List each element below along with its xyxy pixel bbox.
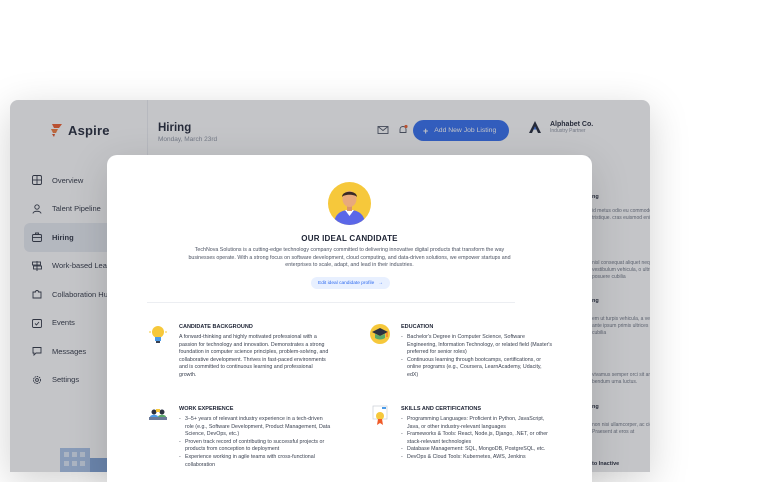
certificate-icon — [372, 405, 388, 425]
modal-description: TechNova Solutions is a cutting-edge tec… — [188, 247, 511, 268]
section-body: 3–5+ years of relevant industry experien… — [179, 416, 331, 469]
section-body: Programming Languages: Proficient in Pyt… — [401, 416, 553, 462]
section-title: CANDIDATE BACKGROUND — [179, 324, 253, 330]
section-title: SKILLS AND CERTIFICATIONS — [401, 406, 482, 412]
modal-title: OUR IDEAL CANDIDATE — [301, 234, 398, 243]
section-education: EDUCATION Bachelor's Degree in Computer … — [369, 323, 569, 403]
list-item: DevOps & Cloud Tools: Kubernetes, AWS, J… — [401, 454, 553, 462]
list-item: Bachelor's Degree in Computer Science, S… — [401, 334, 553, 357]
list-item: 3–5+ years of relevant industry experien… — [179, 416, 331, 439]
edit-link-label: Edit ideal candidate profile — [318, 280, 375, 286]
list-item: Database Management: SQL, MongoDB, Postg… — [401, 446, 553, 454]
edit-candidate-profile-link[interactable]: Edit ideal candidate profile → — [311, 277, 391, 289]
section-body: Bachelor's Degree in Computer Science, S… — [401, 334, 553, 380]
section-body: A forward-thinking and highly motivated … — [179, 334, 329, 378]
graduation-cap-icon — [370, 324, 390, 344]
section-work-experience: WORK EXPERIENCE 3–5+ years of relevant i… — [147, 405, 347, 482]
list-item: Experience working in agile teams with c… — [179, 454, 331, 469]
team-meeting-icon — [149, 409, 167, 420]
list-item: Continuous learning through bootcamps, c… — [401, 357, 553, 380]
list-item: Proven track record of contributing to s… — [179, 439, 331, 454]
section-skills-certifications: SKILLS AND CERTIFICATIONS Programming La… — [369, 405, 569, 482]
screen: Aspire Overview Talent Pipeline Hiring W… — [0, 0, 771, 482]
section-candidate-background: CANDIDATE BACKGROUND A forward-thinking … — [147, 323, 347, 403]
list-item: Programming Languages: Proficient in Pyt… — [401, 416, 553, 431]
arrow-right-icon: → — [378, 280, 384, 286]
candidate-avatar — [328, 182, 371, 225]
list-item: Frameworks & Tools: React, Node.js, Djan… — [401, 431, 553, 446]
ideal-candidate-modal: OUR IDEAL CANDIDATE TechNova Solutions i… — [107, 155, 592, 482]
lightbulb-icon — [149, 326, 167, 343]
section-title: EDUCATION — [401, 324, 434, 330]
section-title: WORK EXPERIENCE — [179, 406, 234, 412]
divider — [147, 302, 515, 303]
